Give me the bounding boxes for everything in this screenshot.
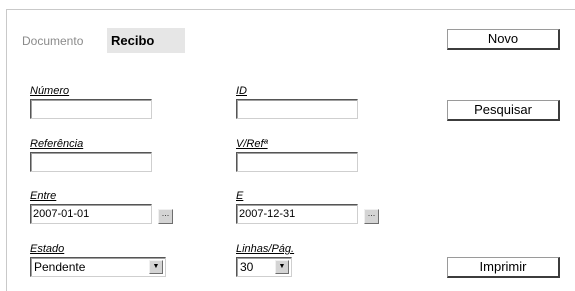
start-date-input[interactable]: 2007-01-01 xyxy=(30,204,152,224)
estado-label: Estado xyxy=(30,243,65,255)
entre-label: Entre xyxy=(30,190,57,202)
referencia-input[interactable] xyxy=(30,152,152,172)
print-button[interactable]: Imprimir xyxy=(447,257,560,278)
document-type-value: Recibo xyxy=(107,28,185,53)
panel-left-border xyxy=(6,9,7,291)
linhas-label: Linhas/Pág. xyxy=(236,243,295,255)
start-date-picker-button[interactable]: ... xyxy=(158,209,173,224)
document-label: Documento xyxy=(22,34,84,48)
numero-label: Número xyxy=(30,85,70,97)
search-button[interactable]: Pesquisar xyxy=(447,100,560,121)
end-date-picker-button[interactable]: ... xyxy=(364,209,379,224)
id-input[interactable] xyxy=(236,99,358,119)
vref-label: V/Refª xyxy=(236,138,268,150)
estado-selected-value: Pendente xyxy=(34,260,86,274)
new-button[interactable]: Novo xyxy=(447,29,560,50)
chevron-down-icon[interactable]: ▼ xyxy=(149,260,163,274)
linhas-select[interactable]: 30 ▼ xyxy=(236,257,292,277)
panel-top-border xyxy=(6,9,575,10)
end-date-input[interactable]: 2007-12-31 xyxy=(236,204,358,224)
estado-select[interactable]: Pendente ▼ xyxy=(30,257,166,277)
chevron-down-icon[interactable]: ▼ xyxy=(275,260,289,274)
id-label: ID xyxy=(236,85,247,97)
referencia-label: Referência xyxy=(30,138,84,150)
numero-input[interactable] xyxy=(30,99,152,119)
vref-input[interactable] xyxy=(236,152,358,172)
e-label: E xyxy=(236,190,244,202)
linhas-selected-value: 30 xyxy=(240,260,254,274)
